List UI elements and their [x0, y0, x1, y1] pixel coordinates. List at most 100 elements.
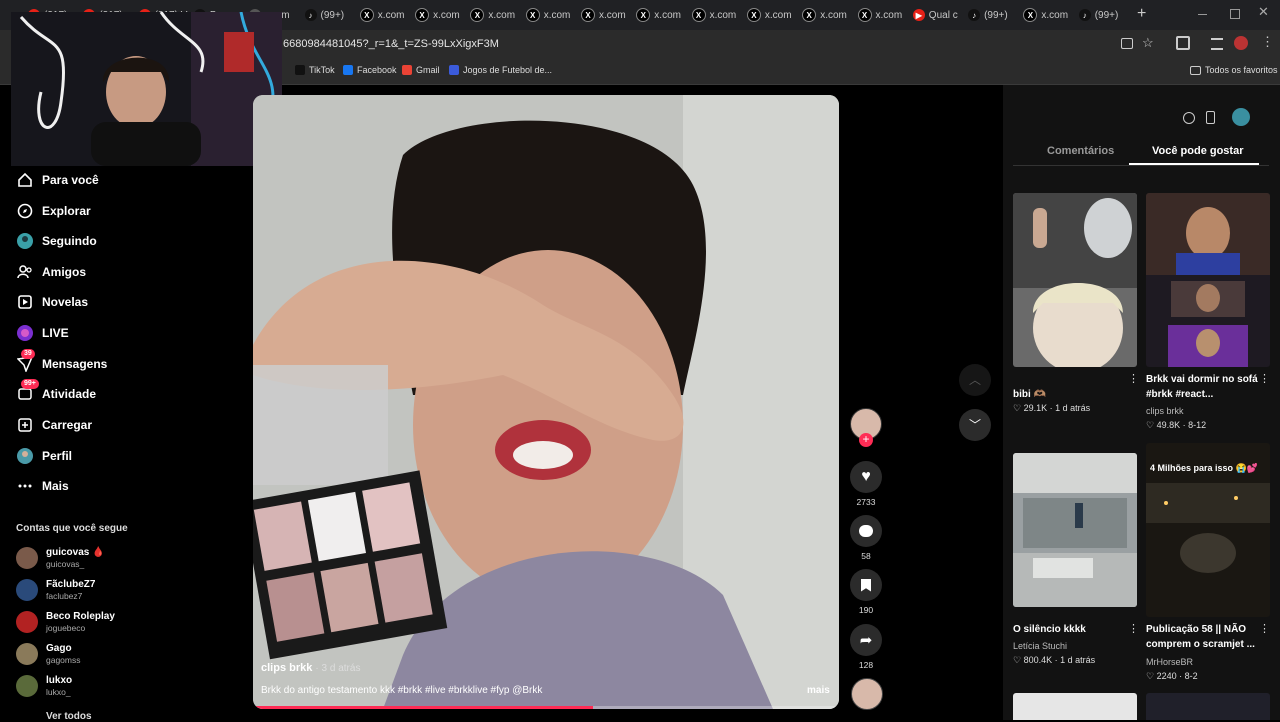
account-text: lukxo lukxo_: [46, 675, 72, 697]
live-icon: [16, 324, 34, 342]
sidebar-item-novelas[interactable]: Novelas: [16, 293, 88, 311]
card-title[interactable]: Brkk vai dormir no sofá #brkk #react...: [1146, 372, 1264, 402]
thumbnail-image: [1146, 193, 1270, 367]
bookmark-icon: [861, 578, 871, 592]
bookmarks-folder[interactable]: Todos os favoritos: [1190, 65, 1278, 75]
caption-more-button[interactable]: mais: [807, 685, 830, 696]
comment-action[interactable]: 58: [850, 515, 882, 561]
sidebar-item-amigos[interactable]: Amigos: [16, 263, 86, 281]
card-more-icon[interactable]: ⋮: [1259, 372, 1270, 385]
card-author[interactable]: MrHorseBR: [1146, 657, 1193, 667]
install-icon[interactable]: [1121, 38, 1133, 49]
sidebar-item-atividade[interactable]: 99+ Atividade: [16, 379, 96, 403]
following-account[interactable]: Gago gagomss: [16, 643, 81, 665]
video-frame: [253, 95, 839, 709]
sidebar-item-para-voc-[interactable]: Para você: [16, 171, 99, 189]
card-thumbnail-partial[interactable]: [1013, 693, 1137, 720]
browser-tab-title: (99+): [1094, 9, 1119, 21]
sound-avatar-button[interactable]: [851, 678, 883, 710]
sidebar-item-carregar[interactable]: Carregar: [16, 416, 92, 434]
url-field[interactable]: 6680984481045?_r=1&_t=ZS-99LxXigxF3M: [283, 38, 499, 50]
browser-tab[interactable]: ♪ (99+): [1078, 5, 1129, 25]
card-likes: 800.4K: [1023, 655, 1053, 665]
card-title[interactable]: O silêncio kkkk: [1013, 622, 1131, 637]
account-handle: gagomss: [46, 655, 81, 665]
menu-icon[interactable]: ⋮: [1261, 34, 1274, 50]
following-account[interactable]: Beco Roleplay joguebeco: [16, 611, 115, 633]
card-thumbnail[interactable]: [1013, 453, 1137, 607]
sidebar-item-label: Explorar: [42, 204, 91, 218]
next-video-button[interactable]: ﹀: [959, 409, 991, 441]
like-action[interactable]: ♥ 2733: [850, 461, 882, 507]
sidebar-item-explorar[interactable]: Explorar: [16, 202, 91, 220]
x-icon: X: [636, 8, 651, 22]
media-icon[interactable]: [1211, 38, 1223, 50]
profile-avatar[interactable]: [1232, 108, 1250, 126]
follow-plus-icon[interactable]: +: [859, 433, 873, 447]
video-progress-track[interactable]: [253, 706, 839, 709]
card-thumbnail[interactable]: [1146, 193, 1270, 367]
video-author[interactable]: clips brkk: [261, 662, 312, 674]
x-icon: X: [802, 8, 817, 22]
maximize-button[interactable]: [1230, 9, 1240, 19]
card-author[interactable]: Letícia Stuchi: [1013, 641, 1067, 651]
bookmark-item[interactable]: Jogos de Futebol de...: [449, 65, 552, 75]
browser-tab[interactable]: Xx.com: [802, 5, 852, 25]
tiktok-icon: ♪: [968, 9, 981, 21]
browser-tab[interactable]: Xx.com: [746, 5, 797, 25]
share-action[interactable]: ➦ 128: [850, 624, 882, 670]
card-title[interactable]: bibi 🫶🏽: [1013, 387, 1131, 402]
see-all-link[interactable]: Ver todos: [46, 711, 92, 722]
bookmark-item[interactable]: TikTok: [295, 65, 335, 75]
save-action[interactable]: 190: [850, 569, 882, 615]
minimize-button[interactable]: [1198, 14, 1207, 15]
video-player[interactable]: clips brkk · 3 d atrás Brkk do antigo te…: [253, 95, 839, 709]
following-account[interactable]: FãclubeZ7 faclubez7: [16, 579, 95, 601]
bookmark-item[interactable]: Facebook: [343, 65, 397, 75]
following-account[interactable]: lukxo lukxo_: [16, 675, 72, 697]
browser-tab[interactable]: Xx.com: [1023, 5, 1073, 25]
card-more-icon[interactable]: ⋮: [1259, 622, 1270, 635]
tab-voce-pode-gostar[interactable]: Você pode gostar: [1152, 145, 1243, 157]
browser-tab-title: x.com: [654, 9, 681, 21]
browser-tab[interactable]: Xx.com: [525, 5, 576, 25]
tab-comentarios[interactable]: Comentários: [1047, 145, 1114, 157]
card-thumbnail[interactable]: 4 Milhões para isso 😭💕: [1146, 443, 1270, 617]
browser-tab[interactable]: Xx.com: [636, 5, 686, 25]
browser-tab[interactable]: Xx.com: [359, 5, 410, 25]
browser-tab[interactable]: Xx.com: [581, 5, 631, 25]
card-thumbnail[interactable]: [1013, 193, 1137, 367]
star-icon[interactable]: ☆: [1142, 35, 1154, 51]
previous-video-button[interactable]: ︿: [959, 364, 991, 396]
card-thumbnail-partial[interactable]: [1146, 693, 1270, 720]
following-account[interactable]: guicovas 🩸 guicovas_: [16, 547, 105, 569]
browser-tab[interactable]: ▶ Qual c: [912, 5, 963, 25]
card-author[interactable]: clips brkk: [1146, 406, 1184, 416]
following-title: Contas que você segue: [16, 523, 128, 534]
sidebar-item-live[interactable]: LIVE: [16, 324, 69, 342]
new-tab-button[interactable]: +: [1137, 5, 1146, 23]
card-title[interactable]: Publicação 58 || NÃO comprem o scramjet …: [1146, 622, 1264, 652]
bookmark-item[interactable]: Gmail: [402, 65, 440, 75]
card-more-icon[interactable]: ⋮: [1128, 372, 1139, 385]
browser-tab[interactable]: ♪ (99+): [968, 5, 1018, 25]
browser-tab[interactable]: Xx.com: [470, 5, 520, 25]
browser-tab[interactable]: Xx.com: [691, 5, 742, 25]
extensions-icon[interactable]: [1176, 36, 1190, 50]
browser-tab-title: x.com: [377, 9, 405, 21]
sidebar-item-mais[interactable]: Mais: [16, 477, 69, 495]
sidebar-item-mensagens[interactable]: 39 Mensagens: [16, 349, 107, 373]
account-text: FãclubeZ7 faclubez7: [46, 579, 95, 601]
compass-icon[interactable]: [1183, 112, 1195, 124]
browser-tab-title: x.com: [1041, 9, 1069, 21]
browser-tab[interactable]: ♪ (99+): [304, 5, 355, 25]
sidebar-item-perfil[interactable]: Perfil: [16, 447, 72, 465]
profile-icon[interactable]: [1234, 36, 1248, 50]
browser-tab[interactable]: Xx.com: [415, 5, 465, 25]
sidebar-item-seguindo[interactable]: Seguindo: [16, 232, 97, 250]
card-more-icon[interactable]: ⋮: [1128, 622, 1139, 635]
compass-icon: [16, 202, 34, 220]
phone-icon[interactable]: [1206, 111, 1215, 124]
browser-tab[interactable]: Xx.com: [857, 5, 908, 25]
close-window-button[interactable]: ✕: [1258, 4, 1269, 20]
